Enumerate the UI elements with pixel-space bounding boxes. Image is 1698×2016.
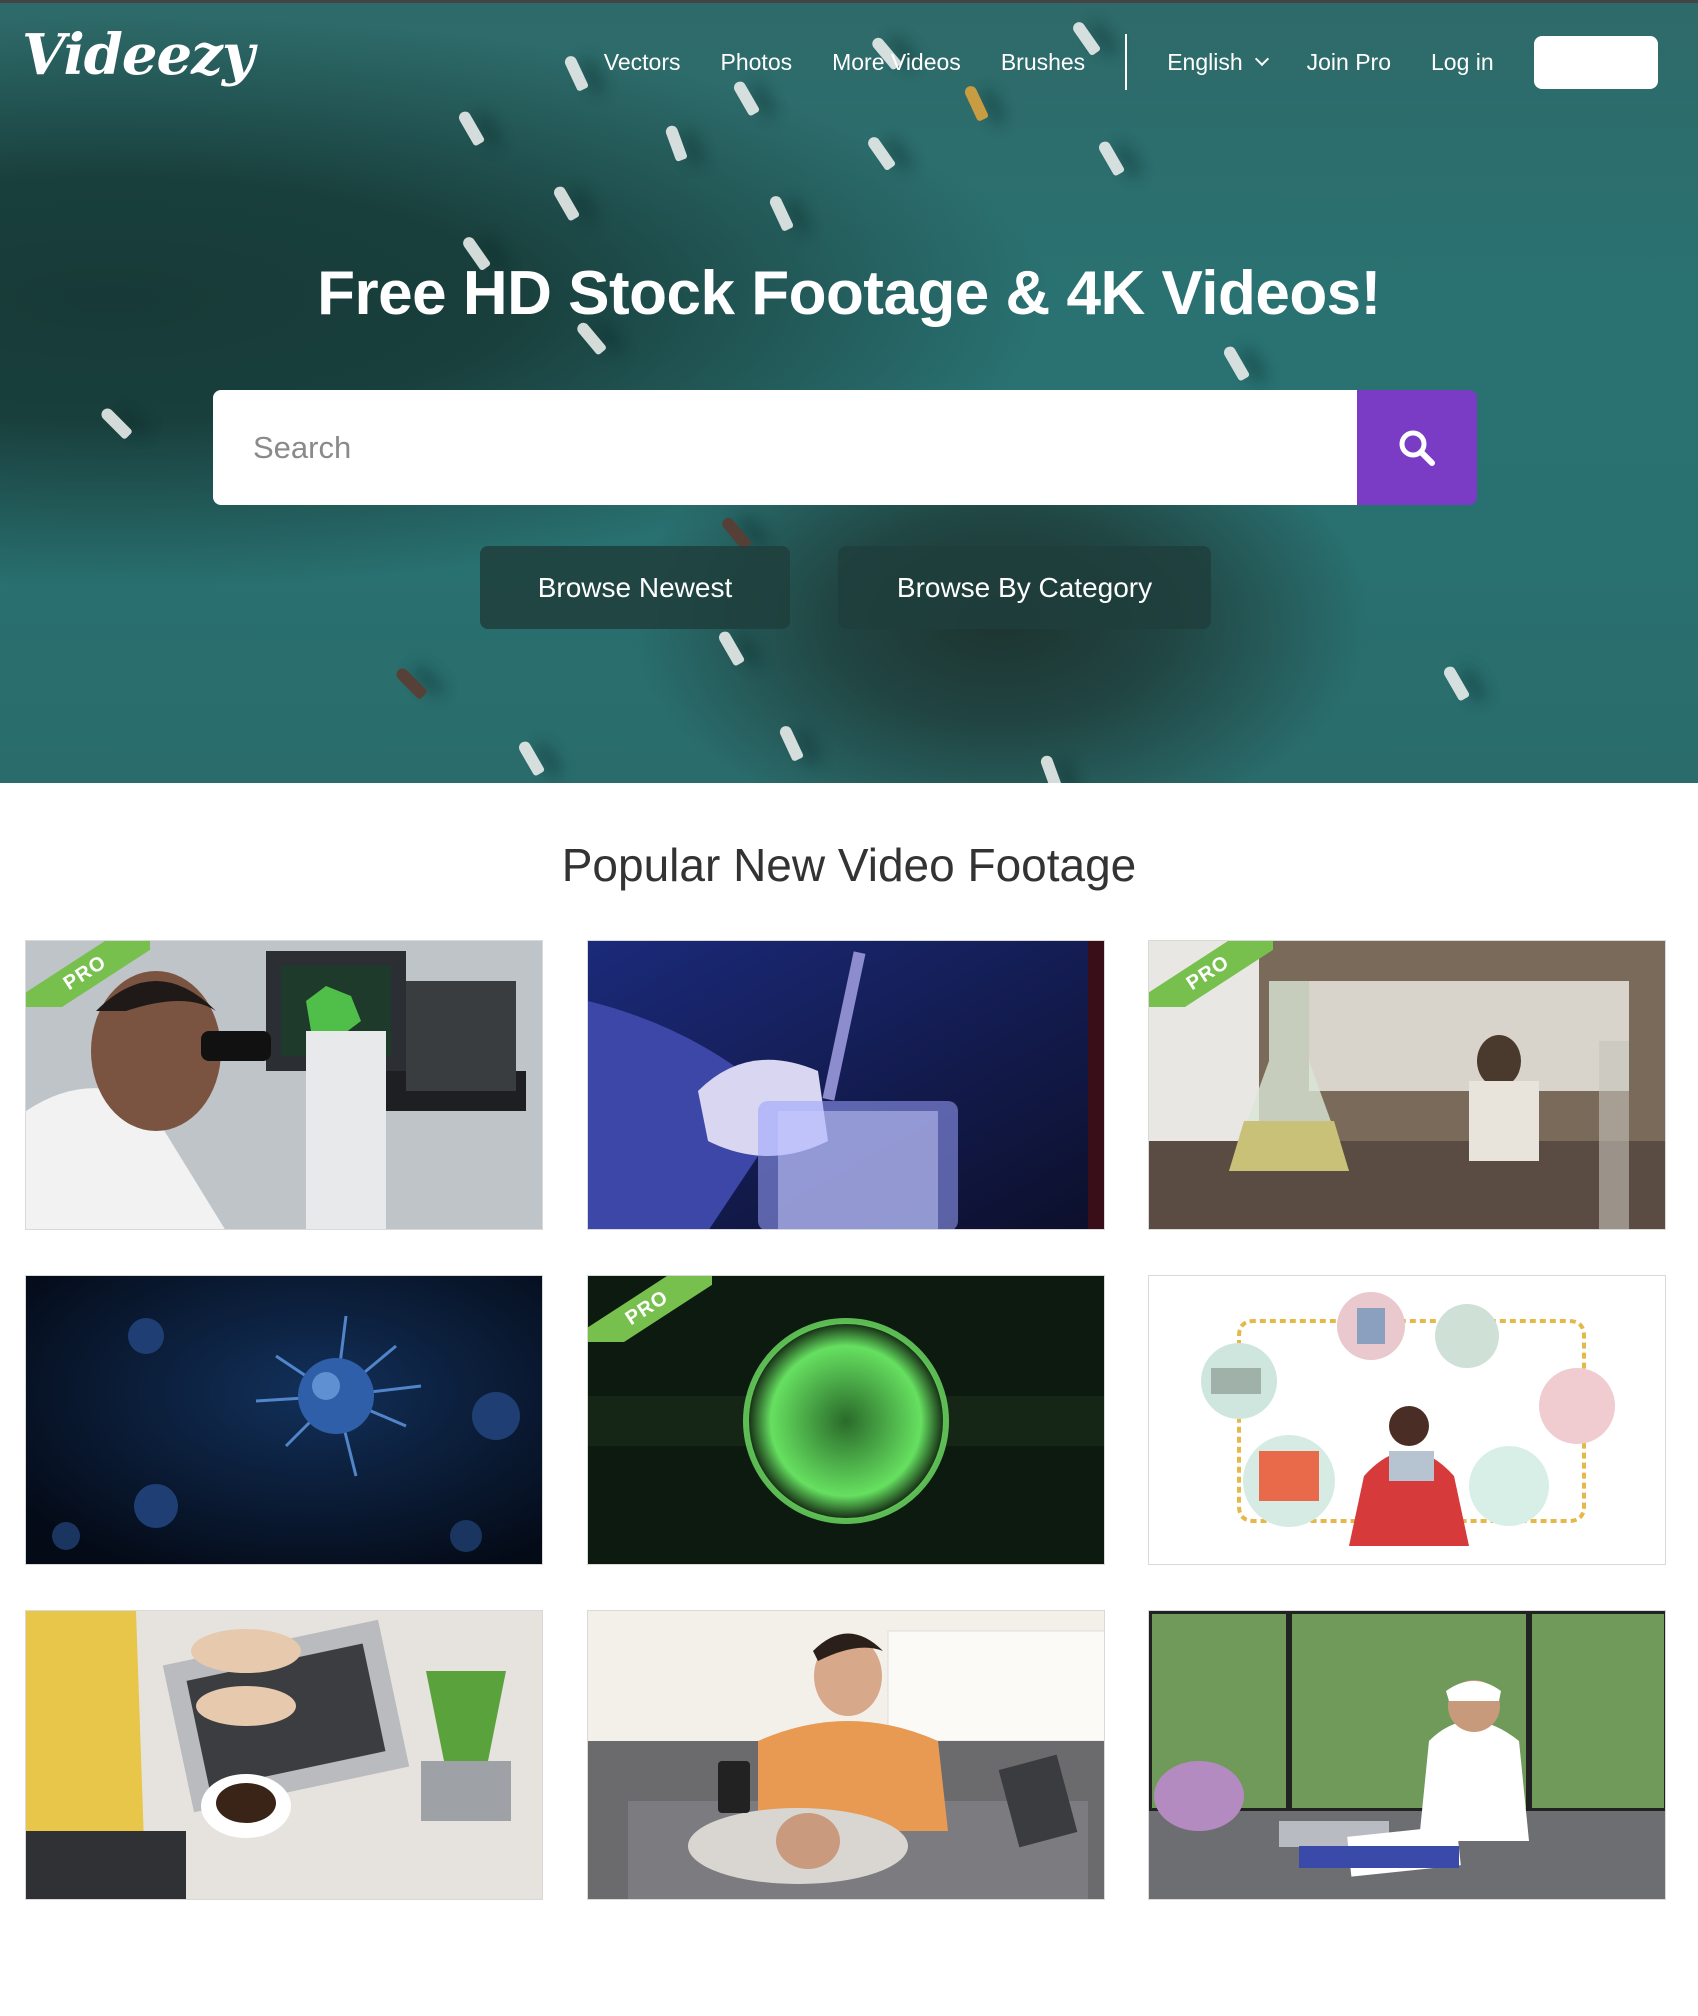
video-preview — [1149, 1611, 1665, 1899]
boat-decoration — [664, 124, 688, 162]
language-label: English — [1167, 48, 1243, 75]
browse-category-button[interactable]: Browse By Category — [838, 546, 1211, 629]
video-preview — [588, 1611, 1104, 1899]
search-icon — [1399, 430, 1435, 466]
nav-vectors[interactable]: Vectors — [604, 49, 681, 76]
nav-divider — [1125, 34, 1128, 90]
video-thumbnail[interactable] — [587, 1610, 1105, 1900]
join-pro-link[interactable]: Join Pro — [1307, 49, 1391, 76]
video-thumbnail[interactable] — [1148, 1610, 1666, 1900]
video-thumbnail[interactable] — [25, 1275, 543, 1565]
boat-decoration — [1441, 664, 1471, 702]
pro-badge: PRO — [588, 1276, 712, 1342]
nav-photos[interactable]: Photos — [721, 49, 793, 76]
boat-decoration — [716, 629, 746, 667]
video-thumbnail[interactable] — [25, 1610, 543, 1900]
search-button[interactable] — [1357, 390, 1477, 505]
video-preview — [26, 1611, 542, 1899]
video-thumbnail[interactable]: PRO — [1148, 940, 1666, 1230]
search-input[interactable] — [213, 390, 1357, 505]
video-preview — [588, 941, 1104, 1229]
nav-brushes[interactable]: Brushes — [1001, 49, 1085, 76]
boat-decoration — [562, 54, 590, 92]
section-title: Popular New Video Footage — [561, 839, 1137, 891]
boat-decoration — [865, 134, 897, 172]
boat-decoration — [767, 194, 795, 232]
video-thumbnail[interactable]: PRO — [587, 1275, 1105, 1565]
video-thumbnail[interactable] — [587, 940, 1105, 1230]
signup-button[interactable]: Sign up — [1533, 35, 1658, 89]
top-nav: Vectors Photos More Videos Brushes Engli… — [604, 34, 1698, 90]
video-thumbnail[interactable]: PRO — [25, 940, 543, 1230]
boat-decoration — [1096, 139, 1126, 177]
video-preview — [26, 1276, 542, 1564]
boat-decoration — [456, 109, 486, 147]
boat-decoration — [1039, 754, 1063, 783]
boat-decoration — [394, 666, 428, 700]
boat-decoration — [731, 79, 761, 117]
chevron-down-icon — [1254, 51, 1269, 67]
boat-decoration — [99, 406, 133, 440]
boat-decoration — [516, 739, 546, 777]
pro-badge: PRO — [26, 941, 150, 1007]
top-border — [0, 0, 1698, 3]
nav-more-videos[interactable]: More Videos — [832, 49, 961, 76]
boat-decoration — [962, 84, 990, 122]
boat-decoration — [1221, 344, 1251, 382]
hero-banner: Videezy Vectors Photos More Videos Brush… — [0, 0, 1698, 783]
language-selector[interactable]: English — [1167, 48, 1269, 76]
hero-headline: Free HD Stock Footage & 4K Videos! — [317, 259, 1381, 328]
site-logo[interactable]: Videezy — [22, 22, 254, 88]
video-preview — [1149, 1276, 1665, 1564]
boat-decoration — [551, 184, 581, 222]
browse-newest-button[interactable]: Browse Newest — [480, 546, 790, 629]
pro-badge: PRO — [1149, 941, 1273, 1007]
login-link[interactable]: Log in — [1431, 49, 1494, 76]
search-bar — [213, 390, 1477, 505]
video-thumbnail[interactable] — [1148, 1275, 1666, 1565]
boat-decoration — [777, 724, 805, 762]
